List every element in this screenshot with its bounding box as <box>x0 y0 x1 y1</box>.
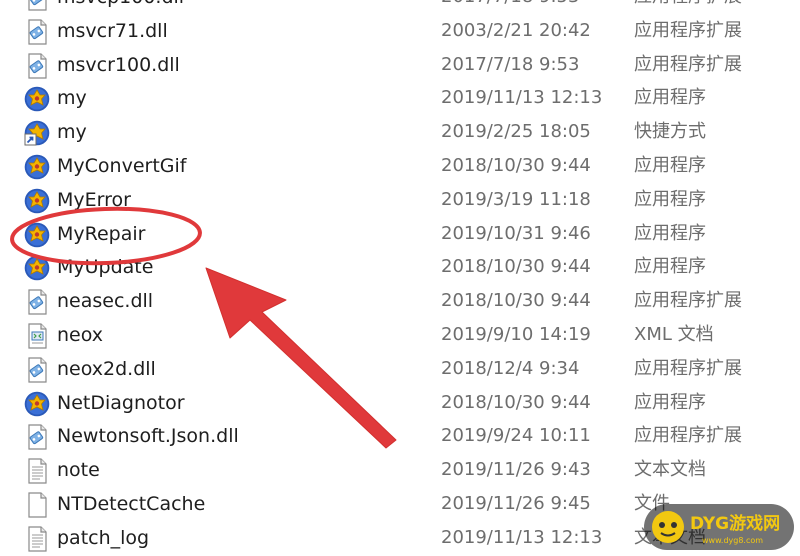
file-modified-date: 2019/11/26 9:43 <box>441 459 591 481</box>
file-row[interactable]: neox 2019/9/10 14:19 XML 文档 <box>0 319 800 353</box>
file-modified-date: 2019/11/13 12:13 <box>441 87 603 109</box>
file-row[interactable]: MyRepair 2019/10/31 9:46 应用程序 <box>0 218 800 252</box>
file-name: MyError <box>57 188 131 211</box>
file-name: Newtonsoft.Json.dll <box>57 425 239 448</box>
file-row[interactable]: MyError 2019/3/19 11:18 应用程序 <box>0 184 800 218</box>
file-type: 应用程序扩展 <box>634 290 742 312</box>
file-type: XML 文档 <box>634 324 714 345</box>
file-row[interactable]: msvcr100.dll 2017/7/18 9:53 应用程序扩展 <box>0 49 800 83</box>
file-name: neasec.dll <box>57 290 154 313</box>
file-modified-date: 2018/10/30 9:44 <box>441 391 591 413</box>
file-modified-date: 2003/2/21 20:42 <box>441 19 591 41</box>
file-name: MyConvertGif <box>57 155 187 177</box>
app-icon <box>24 391 50 417</box>
dll-file-icon <box>24 19 50 45</box>
app-icon <box>24 222 50 248</box>
file-row[interactable]: my 2019/2/25 18:05 快捷方式 <box>0 116 800 150</box>
text-file-icon <box>24 526 50 552</box>
file-type: 应用程序 <box>634 222 706 244</box>
file-name: NetDiagnotor <box>57 391 185 414</box>
file-modified-date: 2018/10/30 9:44 <box>441 256 591 278</box>
file-type: 应用程序 <box>634 188 706 210</box>
file-name: neox <box>57 324 104 346</box>
blank-file-icon <box>24 492 50 518</box>
dll-file-icon <box>24 52 50 79</box>
file-modified-date: 2019/9/24 10:11 <box>441 425 591 447</box>
file-type: 应用程序 <box>634 87 706 109</box>
file-modified-date: 2019/2/25 18:05 <box>441 121 591 143</box>
xml-file-icon <box>24 323 50 349</box>
app-icon <box>24 86 50 112</box>
file-name: my <box>57 121 87 144</box>
file-modified-date: 2018/10/30 9:44 <box>441 155 591 176</box>
file-modified-date: 2018/12/4 9:34 <box>441 357 580 379</box>
svg-text:DYG游戏网: DYG游戏网 <box>690 513 780 534</box>
file-name: my <box>57 87 87 110</box>
file-name: MyRepair <box>57 222 146 245</box>
file-type: 应用程序扩展 <box>634 357 742 379</box>
file-name: msvcp100.dll <box>57 0 184 10</box>
file-modified-date: 2019/11/13 12:13 <box>441 526 603 548</box>
file-row[interactable]: Newtonsoft.Json.dll 2019/9/24 10:11 应用程序扩展 <box>0 420 800 454</box>
file-name: patch_log <box>57 526 150 549</box>
file-name: MyUpdate <box>57 256 154 279</box>
file-type: 应用程序 <box>634 256 706 278</box>
file-list: msvcp100.dll2017/7/18 9:53应用程序扩展msvcr71.… <box>0 0 800 556</box>
dll-file-icon <box>24 357 50 383</box>
file-modified-date: 2019/10/31 9:46 <box>441 222 591 244</box>
file-type: 应用程序扩展 <box>634 425 742 447</box>
dll-file-icon <box>24 424 50 450</box>
file-modified-date: 2019/3/19 11:18 <box>441 188 591 210</box>
file-row[interactable]: NetDiagnotor 2018/10/30 9:44 应用程序 <box>0 387 800 421</box>
file-row[interactable]: my 2019/11/13 12:13 应用程序 <box>0 82 800 116</box>
file-type: 应用程序扩展 <box>634 0 742 10</box>
shortcut-icon <box>24 120 50 146</box>
dll-file-icon <box>24 0 50 11</box>
file-modified-date: 2018/10/30 9:44 <box>441 290 591 312</box>
app-icon <box>24 255 50 281</box>
app-icon <box>24 154 50 180</box>
file-row[interactable]: neasec.dll 2018/10/30 9:44 应用程序扩展 <box>0 285 800 319</box>
file-type: 应用程序扩展 <box>634 19 742 41</box>
file-modified-date: 2019/9/10 14:19 <box>441 324 591 345</box>
file-row[interactable]: note 2019/11/26 9:43 文本文档 <box>0 454 800 488</box>
file-modified-date: 2017/7/18 9:53 <box>441 53 580 75</box>
dll-file-icon <box>24 289 50 315</box>
file-type: 文本文档 <box>634 459 706 481</box>
file-name: note <box>57 459 100 482</box>
file-name: msvcr71.dll <box>57 19 168 42</box>
file-name: neox2d.dll <box>57 357 156 380</box>
file-row[interactable]: msvcp100.dll 2017/7/18 9:53 应用程序扩展 <box>0 0 800 15</box>
text-file-icon <box>24 458 50 484</box>
file-modified-date: 2017/7/18 9:53 <box>441 0 579 10</box>
file-type: 应用程序 <box>634 155 706 176</box>
file-row[interactable]: MyConvertGif 2018/10/30 9:44 应用程序 <box>0 150 800 184</box>
app-icon <box>24 188 50 214</box>
file-name: NTDetectCache <box>57 493 206 515</box>
file-type: 应用程序扩展 <box>634 53 742 75</box>
watermark-logo: DYG游戏网 www.dyg8.com <box>644 504 794 550</box>
file-row[interactable]: MyUpdate 2018/10/30 9:44 应用程序 <box>0 251 800 285</box>
file-type: 快捷方式 <box>634 121 706 143</box>
file-row[interactable]: msvcr71.dll 2003/2/21 20:42 应用程序扩展 <box>0 15 800 49</box>
file-type: 应用程序 <box>634 391 706 413</box>
svg-text:www.dyg8.com: www.dyg8.com <box>702 536 763 545</box>
file-modified-date: 2019/11/26 9:45 <box>441 493 591 514</box>
file-row[interactable]: neox2d.dll 2018/12/4 9:34 应用程序扩展 <box>0 353 800 387</box>
file-name: msvcr100.dll <box>57 53 180 76</box>
